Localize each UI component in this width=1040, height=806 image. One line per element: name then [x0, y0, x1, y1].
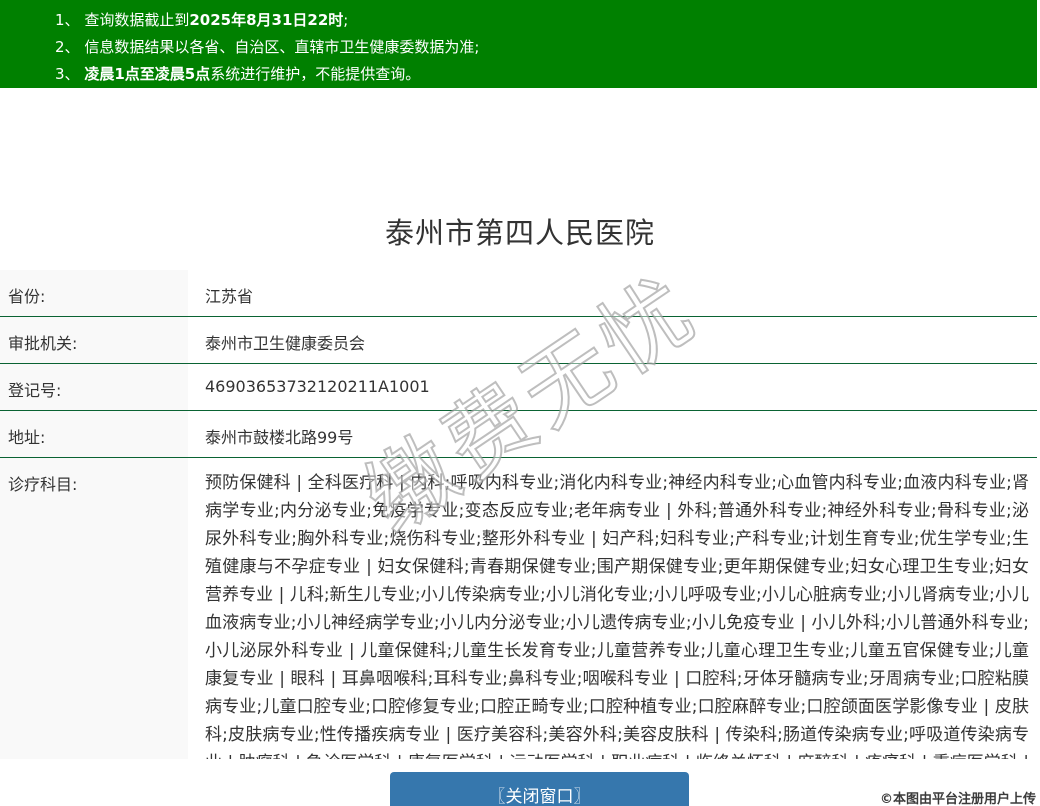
notice-item-2: 2、 信息数据结果以各省、自治区、直辖市卫生健康委数据为准;: [55, 34, 1037, 61]
row-value-departments: 预防保健科 | 全科医疗科 | 内科;呼吸内科专业;消化内科专业;神经内科专业;…: [205, 473, 1029, 759]
table-row-approval-authority: 审批机关: 泰州市卫生健康委员会: [0, 317, 1037, 364]
notice-item-1: 1、 查询数据截止到2025年8月31日22时;: [55, 7, 1037, 34]
row-label: 诊疗科目:: [0, 458, 188, 759]
notice-text: 信息数据结果以各省、自治区、直辖市卫生健康委数据为准;: [84, 38, 480, 56]
row-value: 江苏省: [205, 287, 254, 306]
table-row-departments: 诊疗科目: 预防保健科 | 全科医疗科 | 内科;呼吸内科专业;消化内科专业;神…: [0, 458, 1037, 759]
notice-text-bold: 凌晨1点至凌晨5点: [84, 65, 211, 83]
notice-number: 2、: [55, 38, 85, 56]
copyright-note: ©本图由平台注册用户上传: [879, 792, 1036, 806]
close-window-button[interactable]: 〖关闭窗口〗: [390, 772, 689, 806]
notice-banner: 1、 查询数据截止到2025年8月31日22时; 2、 信息数据结果以各省、自治…: [0, 0, 1037, 88]
notice-item-3: 3、 凌晨1点至凌晨5点系统进行维护，不能提供查询。: [55, 61, 1037, 88]
hospital-info-table: 省份: 江苏省 审批机关: 泰州市卫生健康委员会 登记号: 4690365373…: [0, 270, 1037, 759]
notice-text: ;: [343, 11, 349, 29]
notice-number: 3、: [55, 65, 85, 83]
table-row-registration-number: 登记号: 46903653732120211A1001: [0, 364, 1037, 411]
row-value: 泰州市卫生健康委员会: [205, 334, 366, 353]
notice-text: 查询数据截止到: [84, 11, 190, 29]
notice-text-bold: 2025年8月31日22时: [189, 11, 344, 29]
row-label: 省份:: [0, 270, 188, 316]
page-content: 1、 查询数据截止到2025年8月31日22时; 2、 信息数据结果以各省、自治…: [0, 0, 1040, 759]
row-label: 审批机关:: [0, 317, 188, 363]
row-label: 地址:: [0, 411, 188, 457]
page-title: 泰州市第四人民医院: [384, 216, 655, 250]
table-row-address: 地址: 泰州市鼓楼北路99号: [0, 411, 1037, 458]
row-label: 登记号:: [0, 364, 188, 410]
row-value: 46903653732120211A1001: [205, 377, 430, 396]
row-value: 泰州市鼓楼北路99号: [205, 428, 354, 447]
notice-number: 1、: [55, 11, 85, 29]
notice-text: 系统进行维护，不能提供查询。: [210, 65, 421, 83]
table-row-province: 省份: 江苏省: [0, 270, 1037, 317]
